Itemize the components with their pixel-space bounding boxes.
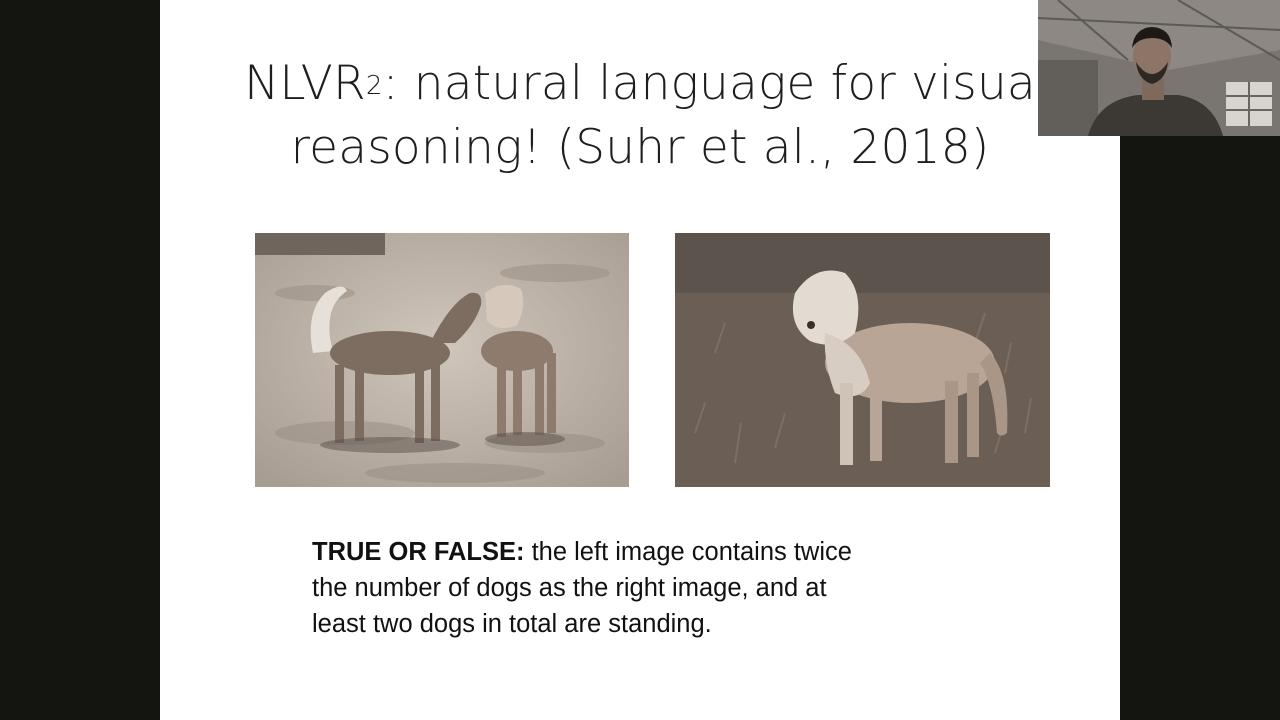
webcam-video[interactable] — [1038, 0, 1280, 136]
screen: NLVR2: natural language for visua reason… — [0, 0, 1280, 720]
slide-title: NLVR2: natural language for visua reason… — [160, 52, 1120, 180]
title-prefix: NLVR — [244, 56, 366, 111]
question-line-2: the number of dogs as the right image, a… — [312, 574, 827, 602]
question-line-3: least two dogs in total are standing. — [312, 610, 712, 638]
title-line-2: reasoning! (Suhr et al., 2018) — [290, 120, 990, 175]
two-dogs-photo — [255, 233, 629, 487]
question-line-1: TRUE OR FALSE: the left image contains t… — [312, 534, 1012, 570]
slide: NLVR2: natural language for visua reason… — [160, 0, 1120, 720]
question-label: TRUE OR FALSE: — [312, 538, 525, 566]
one-dog-photo — [675, 233, 1050, 487]
right-image — [675, 233, 1050, 487]
question-text: TRUE OR FALSE: the left image contains t… — [312, 534, 1012, 642]
title-line-1: NLVR2: natural language for visua — [160, 52, 1120, 116]
title-rest: : natural language for visua — [382, 56, 1036, 111]
question-part-1: the left image contains twice — [524, 538, 852, 566]
title-superscript: 2 — [365, 71, 383, 101]
presenter-video — [1038, 0, 1280, 136]
left-image — [255, 233, 629, 487]
